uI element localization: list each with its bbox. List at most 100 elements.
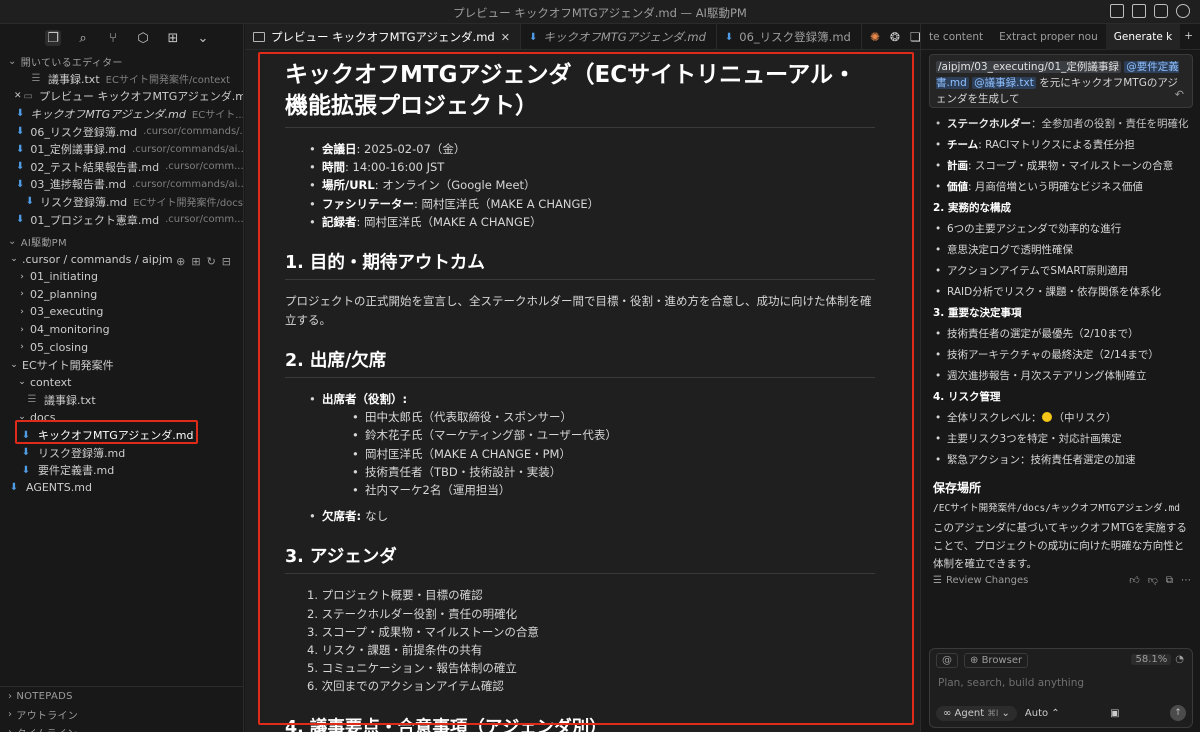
meta-value: オンライン（Google Meet） xyxy=(382,178,536,193)
bottom-sections: ›NOTEPADS›アウトライン›タイムライン xyxy=(0,686,243,732)
file-name: 06_リスク登録簿.md xyxy=(30,125,138,139)
close-icon[interactable]: ✕ xyxy=(501,31,510,44)
bottom-section-header[interactable]: ›タイムライン xyxy=(0,723,243,732)
file-path: .cursor/commands/ai... xyxy=(132,178,243,190)
bottom-section-header[interactable]: › アウトライン xyxy=(0,705,243,723)
copy-icon[interactable]: ⧉ xyxy=(1166,575,1173,586)
collapse-all-icon[interactable]: ⊟ xyxy=(222,255,231,268)
attendee-item: 社内マーケ2名（運用担当） xyxy=(352,481,875,499)
agenda-item: 2. ステークホルダー役割・責任の明確化 xyxy=(307,606,518,621)
chevron-right-icon: › xyxy=(20,342,24,353)
folder-item[interactable]: › 05_closing xyxy=(0,338,243,356)
toggle-sidebar-icon[interactable] xyxy=(1110,4,1124,18)
response-item-text: : スコープ・成果物・マイルストーンの合意 xyxy=(968,160,1174,172)
meta-key: 時間 xyxy=(322,160,345,175)
open-editor-item[interactable]: ⬇ 02_テスト結果報告書.md .cursor/comm... xyxy=(0,158,243,176)
file-item[interactable]: ⬇ キックオフMTGアジェンダ.md xyxy=(0,426,243,444)
image-icon[interactable]: ▣ xyxy=(1110,708,1119,719)
tab-preview[interactable]: プレビュー キックオフMTGアジェンダ.md ✕ xyxy=(245,24,521,49)
workspace-label: AI駆動PM xyxy=(20,237,67,249)
tab-label: 06_リスク登録簿.md xyxy=(739,30,851,44)
open-editor-item[interactable]: ⬇ キックオフMTGアジェンダ.md ECサイト... xyxy=(0,105,243,123)
chat-tab[interactable]: Extract proper nou xyxy=(991,24,1106,50)
folder-item[interactable]: › 02_planning xyxy=(0,286,243,304)
model-selector[interactable]: Auto ⌃ xyxy=(1025,708,1060,719)
new-folder-icon[interactable]: ⊞ xyxy=(191,255,200,268)
open-editors-header[interactable]: ⌄ 開いているエディター xyxy=(0,52,243,70)
user-prompt[interactable]: /aipjm/03_executing/01_定例議事録 @要件定義書.md @… xyxy=(929,54,1193,108)
agenda-item: 1. プロジェクト概要・目標の確認 xyxy=(307,588,483,603)
open-editor-item[interactable]: ✕ ▭ プレビュー キックオフMTGアジェンダ.md xyxy=(0,88,243,106)
agent-mode-selector[interactable]: ∞ Agent ⌘I ⌄ xyxy=(936,705,1017,721)
agenda-item: 4. リスク・課題・前提条件の共有 xyxy=(307,643,483,658)
closing-text: このアジェンダに基づいてキックオフMTGを実施することで、プロジェクトの成功に向… xyxy=(933,522,1187,570)
toggle-panel-icon[interactable] xyxy=(1132,4,1146,18)
mention-icon[interactable]: @ xyxy=(936,653,958,668)
chat-tab[interactable]: te content xyxy=(921,24,991,50)
openai-icon[interactable]: ❂ xyxy=(890,30,900,44)
browser-button[interactable]: ⊕ Browser xyxy=(964,653,1029,668)
folder-item[interactable]: ⌄ docs xyxy=(0,409,243,427)
agenda-item: 6. 次回までのアクションアイテム確認 xyxy=(307,679,504,694)
tab-risk-register[interactable]: ⬇ 06_リスク登録簿.md xyxy=(717,24,862,49)
meta-item: ファシリテーター: 岡村匡洋氏（MAKE A CHANGE） xyxy=(309,195,875,213)
review-row: ☰ Review Changes 👍︎ 👎︎ ⧉ ⋯ xyxy=(933,574,1191,587)
new-file-icon[interactable]: ⊕ xyxy=(176,255,185,268)
markdown-file-icon: ⬇ xyxy=(16,214,25,226)
folder-item[interactable]: ⌄ context xyxy=(0,374,243,392)
response-item: 週次進捗報告・月次ステアリング体制確立 xyxy=(933,366,1191,387)
meta-item: 会議日: 2025-02-07（金） xyxy=(309,140,875,158)
open-editor-item[interactable]: ⬇ 01_定例議事録.md .cursor/commands/ai... xyxy=(0,140,243,158)
chevron-right-icon: › xyxy=(8,690,13,702)
file-item[interactable]: ⬇ 要件定義書.md xyxy=(0,461,243,479)
send-icon[interactable]: ↑ xyxy=(1170,705,1186,721)
grid-icon[interactable]: ⊞ xyxy=(165,30,181,46)
chevron-down-icon: ⌄ xyxy=(18,377,26,388)
composer-input[interactable]: Plan, search, build anything xyxy=(938,677,1084,689)
files-icon[interactable]: ❐ xyxy=(45,30,61,46)
refresh-icon[interactable]: ↻ xyxy=(207,255,216,268)
open-source-icon[interactable]: ❏ xyxy=(910,30,920,44)
open-editor-item[interactable]: ⬇ 06_リスク登録簿.md .cursor/commands/... xyxy=(0,123,243,141)
meta-value: 岡村匡洋氏（MAKE A CHANGE） xyxy=(421,196,600,211)
markdown-file-icon: ⬇ xyxy=(21,464,31,476)
chevron-down-icon[interactable]: ⌄ xyxy=(195,30,211,46)
extensions-icon[interactable]: ⬡ xyxy=(135,30,151,46)
open-editor-item[interactable]: ⬇ 01_プロジェクト憲章.md .cursor/comm... xyxy=(0,211,243,229)
folder-item[interactable]: › 04_monitoring xyxy=(0,321,243,339)
search-icon[interactable]: ⌕ xyxy=(75,30,91,46)
folder-item[interactable]: › 03_executing xyxy=(0,303,243,321)
bottom-section-header[interactable]: › NOTEPADS xyxy=(0,687,243,705)
file-item[interactable]: ⬇ リスク登録簿.md xyxy=(0,444,243,462)
thumbs-down-icon[interactable]: 👎︎ xyxy=(1148,574,1158,586)
cube-icon[interactable] xyxy=(1154,4,1168,18)
file-path: .cursor/comm... xyxy=(165,214,243,226)
plus-icon[interactable]: + xyxy=(1184,30,1193,43)
undo-icon[interactable]: ↶ xyxy=(1175,87,1184,103)
settings-gear-icon[interactable] xyxy=(1176,4,1190,18)
section-label: アウトライン xyxy=(16,710,79,722)
workspace-header[interactable]: ⌄ AI駆動PM xyxy=(0,232,243,250)
folder-item[interactable]: › 01_initiating xyxy=(0,268,243,286)
open-editor-item[interactable]: ⬇ 03_進捗報告書.md .cursor/commands/ai... xyxy=(0,176,243,194)
file-path: ECサイト開発案件/context xyxy=(105,75,231,87)
save-path: /ECサイト開発案件/docs/キックオフMTGアジェンダ.md xyxy=(933,503,1180,514)
preview-icon: ▭ xyxy=(23,90,33,102)
context-usage: 58.1% ◔ xyxy=(1131,654,1184,665)
folder-item[interactable]: ⌄ ECサイト開発案件 xyxy=(0,356,243,374)
file-item[interactable]: ⬇ AGENTS.md xyxy=(0,479,243,497)
markdown-file-icon: ⬇ xyxy=(21,429,31,441)
thumbs-up-icon[interactable]: 👍︎ xyxy=(1129,574,1139,586)
response-item: 技術アーキテクチャの最終決定（2/14まで） xyxy=(933,345,1191,366)
response-item: チーム: RACIマトリクスによる責任分担 xyxy=(933,135,1191,156)
review-changes-button[interactable]: Review Changes xyxy=(946,575,1028,586)
file-item[interactable]: ☰ 議事録.txt xyxy=(0,391,243,409)
chat-tab-active[interactable]: Generate k xyxy=(1105,24,1181,50)
sparkle-icon[interactable]: ✺ xyxy=(870,30,880,44)
source-control-icon[interactable]: ⑂ xyxy=(105,30,121,46)
more-icon[interactable]: ⋯ xyxy=(1181,575,1191,586)
open-editor-item[interactable]: ☰ 議事録.txt ECサイト開発案件/context xyxy=(0,70,243,88)
close-icon[interactable]: ✕ xyxy=(14,91,22,101)
tab-source[interactable]: ⬇ キックオフMTGアジェンダ.md xyxy=(521,24,717,49)
open-editor-item[interactable]: ⬇ リスク登録簿.md ECサイト開発案件/docs xyxy=(0,193,243,211)
